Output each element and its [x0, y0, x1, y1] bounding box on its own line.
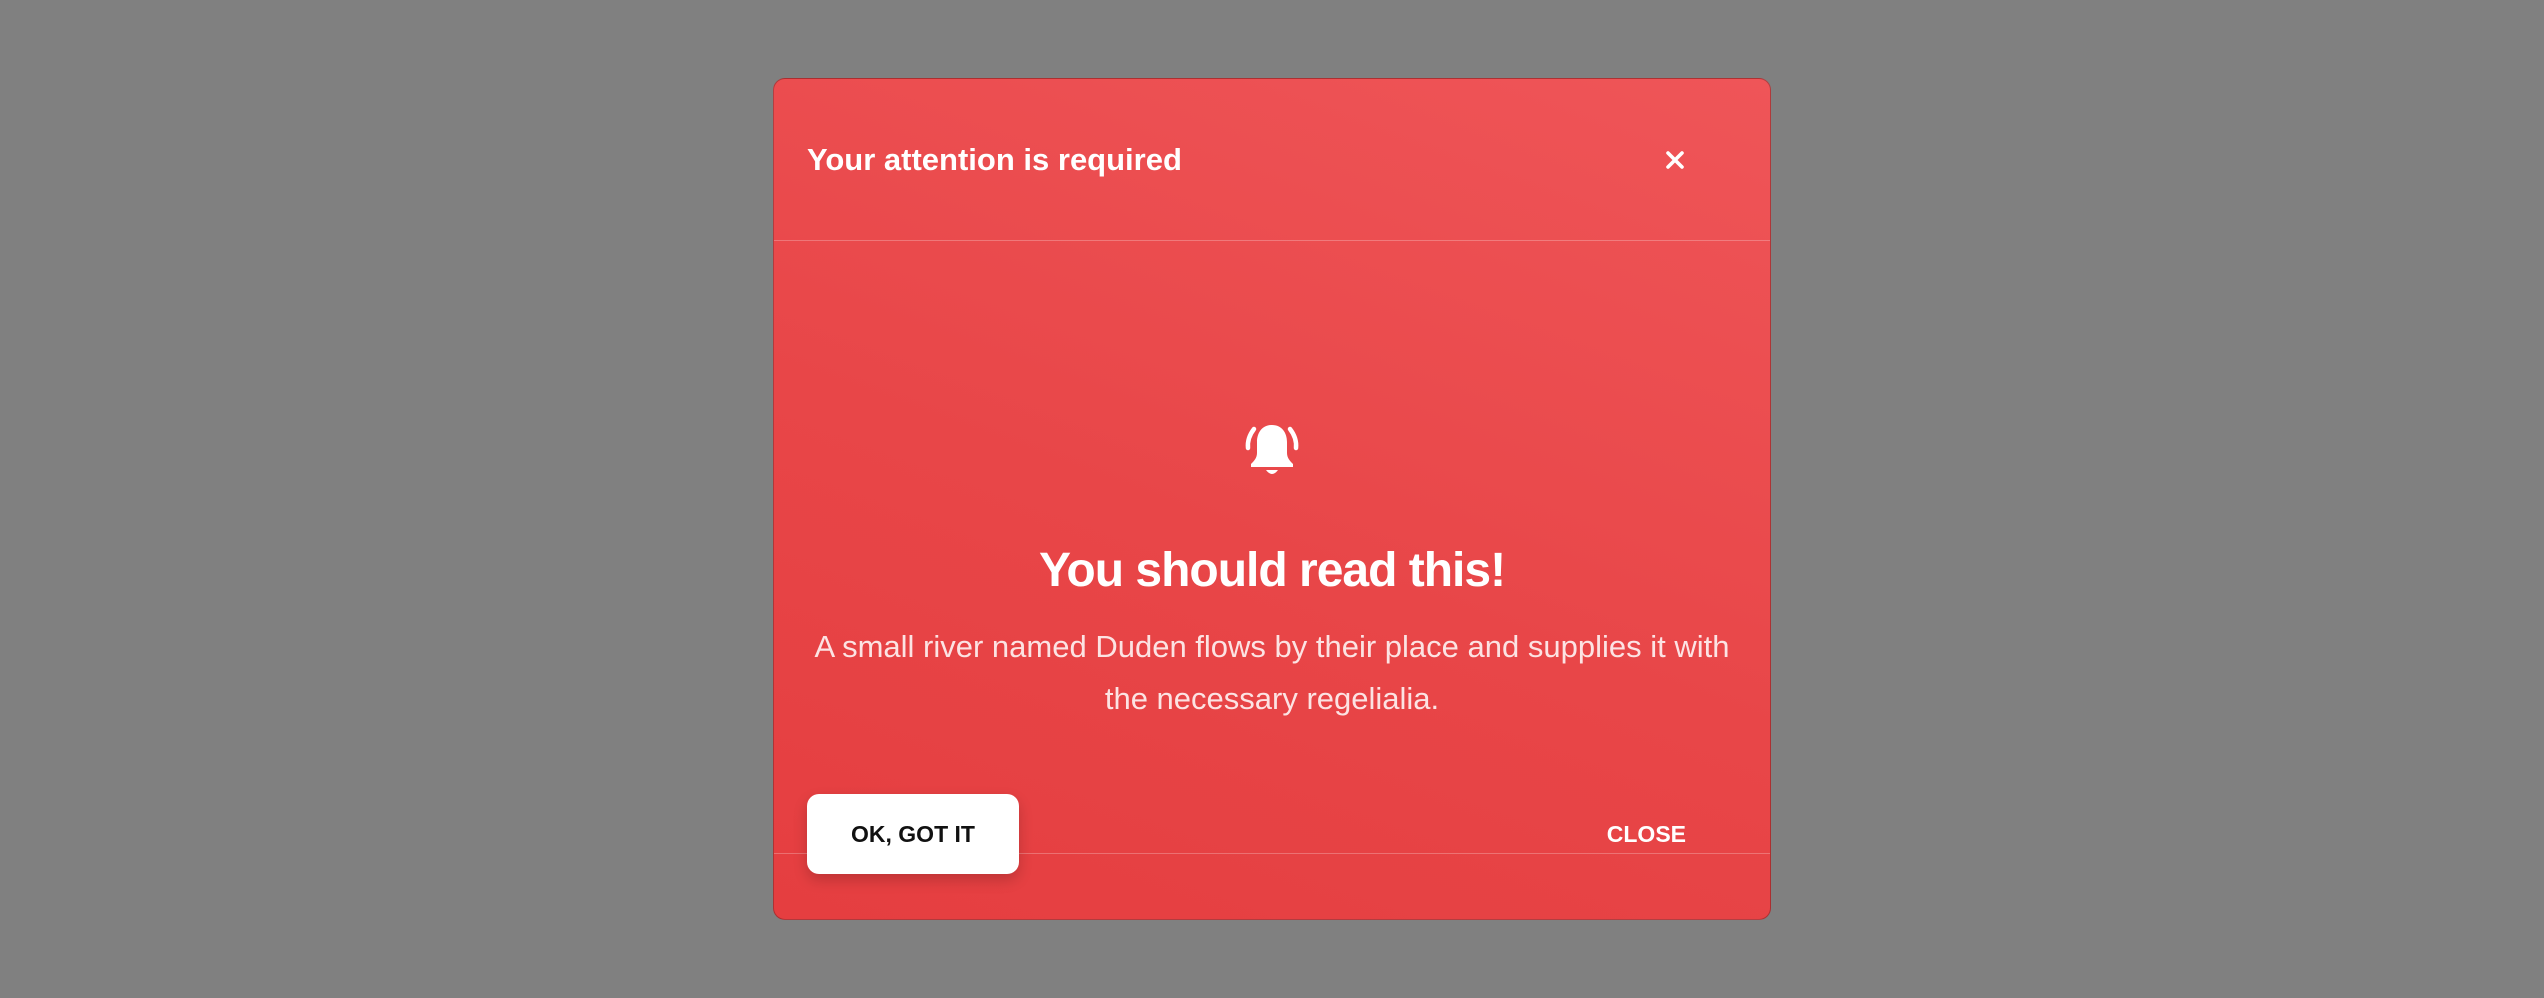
modal-message: A small river named Duden flows by their…	[814, 629, 1730, 716]
alert-modal: Your attention is required You should re…	[773, 78, 1771, 920]
close-icon-glyph	[1666, 151, 1684, 169]
close-button[interactable]: CLOSE	[1595, 794, 1698, 874]
close-icon[interactable]	[1652, 137, 1698, 183]
modal-title: Your attention is required	[807, 142, 1182, 177]
modal-header: Your attention is required	[774, 79, 1770, 241]
modal-footer: OK, GOT IT CLOSE	[774, 794, 1770, 919]
modal-headline: You should read this!	[1038, 544, 1506, 597]
ok-got-it-button[interactable]: OK, GOT IT	[807, 794, 1019, 874]
bell-ring-icon	[1244, 421, 1300, 479]
modal-body: You should read this! A small river name…	[774, 241, 1770, 854]
